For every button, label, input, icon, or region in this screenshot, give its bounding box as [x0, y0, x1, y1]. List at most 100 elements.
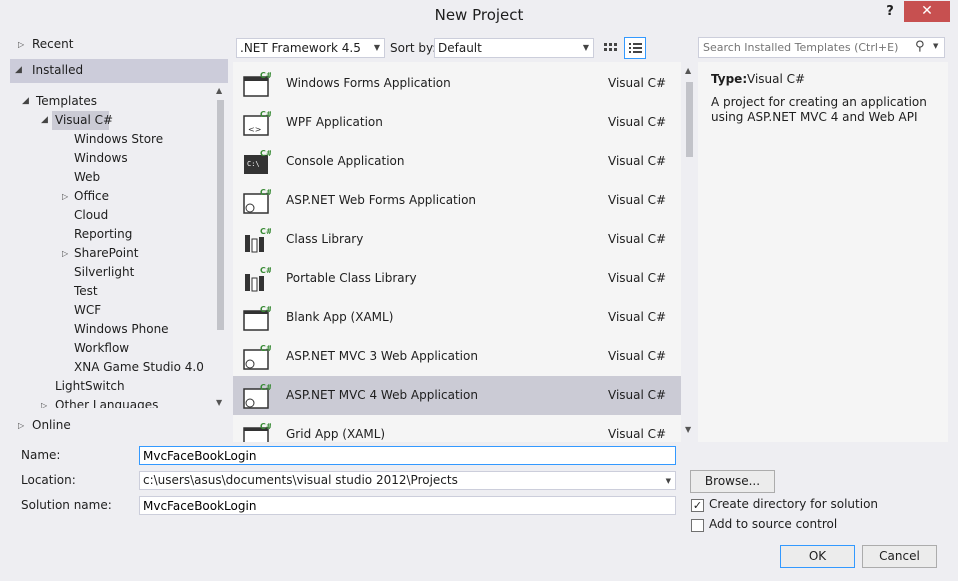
template-row[interactable]: C:\C# Console Application Visual C#	[233, 142, 681, 181]
template-row[interactable]: C# Blank App (XAML) Visual C#	[233, 298, 681, 337]
mvc3-icon: C#	[243, 344, 271, 370]
scroll-up-icon[interactable]: ▲	[216, 86, 222, 95]
tree-item-other-languages[interactable]: Other Languages	[55, 396, 158, 408]
expand-arrow-icon[interactable]: ▷	[18, 35, 24, 54]
template-row[interactable]: C# Windows Forms Application Visual C#	[233, 64, 681, 103]
tree-item-lightswitch[interactable]: LightSwitch	[55, 377, 125, 396]
mvc4-icon: C#	[243, 383, 271, 409]
small-icons-view-button[interactable]	[600, 38, 620, 58]
class-library-icon: C#	[245, 227, 271, 253]
svg-text:C#: C#	[260, 110, 271, 119]
tree-item-cloud[interactable]: Cloud	[74, 206, 108, 225]
tree-item-sharepoint[interactable]: SharePoint	[74, 244, 138, 263]
tree-item-recent[interactable]: Recent	[32, 35, 73, 54]
name-field[interactable]	[139, 446, 676, 465]
tree-item-online[interactable]: Online	[32, 416, 71, 435]
svg-text:C#: C#	[260, 344, 271, 353]
expand-arrow-icon[interactable]: ▷	[18, 416, 24, 435]
location-dropdown[interactable]: c:\users\asus\documents\visual studio 20…	[139, 471, 676, 490]
tree-item-silverlight[interactable]: Silverlight	[74, 263, 134, 282]
tree-item-windows-store[interactable]: Windows Store	[74, 130, 163, 149]
tree-item-reporting[interactable]: Reporting	[74, 225, 132, 244]
tree-item-office[interactable]: Office	[74, 187, 109, 206]
tree-scrollbar[interactable]: ▲ ▼	[214, 86, 227, 410]
tree-item-xna[interactable]: XNA Game Studio 4.0	[74, 358, 204, 377]
portable-library-icon: C#	[245, 266, 271, 292]
sort-dropdown[interactable]: Default ▼	[434, 38, 594, 58]
location-value: c:\users\asus\documents\visual studio 20…	[143, 473, 458, 487]
list-view-button[interactable]	[624, 37, 646, 59]
cancel-button[interactable]: Cancel	[862, 545, 937, 568]
tree-item-workflow[interactable]: Workflow	[74, 339, 129, 358]
tree-item-windows[interactable]: Windows	[74, 149, 128, 168]
template-list-scrollbar[interactable]: ▲ ▼	[683, 64, 696, 438]
template-row-selected[interactable]: C# ASP.NET MVC 4 Web Application Visual …	[233, 376, 681, 415]
expand-arrow-icon[interactable]: ▷	[41, 396, 47, 408]
template-language: Visual C#	[608, 427, 667, 441]
template-description: A project for creating an application us…	[711, 95, 927, 124]
template-name: ASP.NET MVC 3 Web Application	[286, 349, 478, 363]
template-name: Grid App (XAML)	[286, 427, 386, 441]
svg-text:C#: C#	[260, 266, 271, 275]
solution-name-field[interactable]	[139, 496, 676, 515]
scroll-down-icon[interactable]: ▼	[216, 398, 222, 407]
template-name: Class Library	[286, 232, 364, 246]
tree-item-visual-csharp[interactable]: Visual C#	[55, 111, 113, 130]
details-pane: Type: Visual C# A project for creating a…	[698, 62, 948, 442]
svg-text:C#: C#	[260, 188, 271, 197]
template-language: Visual C#	[608, 349, 667, 363]
template-row[interactable]: C# ASP.NET MVC 3 Web Application Visual …	[233, 337, 681, 376]
chevron-down-icon[interactable]: ▼	[933, 42, 938, 50]
template-row[interactable]: C# Portable Class Library Visual C#	[233, 259, 681, 298]
tree-item-installed[interactable]: Installed	[32, 61, 83, 80]
expand-arrow-icon[interactable]: ▷	[62, 187, 68, 206]
scroll-down-icon[interactable]: ▼	[685, 425, 691, 434]
template-name: Portable Class Library	[286, 271, 417, 285]
template-language: Visual C#	[608, 388, 667, 402]
expand-arrow-icon[interactable]: ▷	[62, 244, 68, 263]
create-directory-checkbox[interactable]: ✓	[691, 499, 704, 512]
console-icon: C:\C#	[244, 149, 271, 174]
framework-dropdown[interactable]: .NET Framework 4.5 ▼	[236, 38, 385, 58]
wpf-icon: <> C#	[243, 110, 271, 136]
collapse-arrow-icon[interactable]: ◢	[22, 92, 29, 111]
svg-text:C#: C#	[260, 227, 271, 236]
template-name: Windows Forms Application	[286, 76, 451, 90]
search-icon[interactable]: ⚲	[915, 39, 925, 54]
tree-item-online-row[interactable]: ▷ Online	[10, 414, 228, 438]
scroll-thumb[interactable]	[217, 100, 224, 330]
chevron-down-icon: ▼	[665, 477, 671, 485]
framework-value: .NET Framework 4.5	[240, 41, 361, 55]
close-button[interactable]: ✕	[904, 1, 950, 22]
web-forms-icon: C#	[243, 188, 271, 214]
svg-text:C:\: C:\	[247, 160, 260, 168]
blank-app-icon: C#	[243, 305, 271, 331]
name-label: Name:	[21, 448, 61, 462]
browse-button[interactable]: Browse...	[690, 470, 775, 493]
collapse-arrow-icon[interactable]: ◢	[15, 61, 22, 80]
solution-name-label: Solution name:	[21, 498, 112, 512]
scroll-thumb[interactable]	[686, 82, 693, 157]
tree-item-test[interactable]: Test	[74, 282, 98, 301]
search-box[interactable]: ⚲ ▼	[698, 37, 945, 58]
template-row[interactable]: C# ASP.NET Web Forms Application Visual …	[233, 181, 681, 220]
collapse-arrow-icon[interactable]: ◢	[41, 111, 48, 130]
template-name: ASP.NET MVC 4 Web Application	[286, 388, 478, 402]
template-row[interactable]: <> C# WPF Application Visual C#	[233, 103, 681, 142]
template-row[interactable]: C# Grid App (XAML) Visual C#	[233, 415, 681, 442]
tree-item-templates[interactable]: Templates	[36, 92, 97, 111]
svg-text:<>: <>	[248, 125, 261, 134]
search-input[interactable]	[699, 38, 904, 57]
help-button[interactable]: ?	[880, 4, 900, 24]
source-control-checkbox[interactable]	[691, 519, 704, 532]
template-row[interactable]: C# Class Library Visual C#	[233, 220, 681, 259]
tree-item-windows-phone[interactable]: Windows Phone	[74, 320, 169, 339]
template-language: Visual C#	[608, 154, 667, 168]
tree-item-installed-header[interactable]: ◢ Installed	[10, 59, 228, 83]
svg-text:C#: C#	[260, 305, 271, 314]
tree-item-web[interactable]: Web	[74, 168, 100, 187]
ok-button[interactable]: OK	[780, 545, 855, 568]
scroll-up-icon[interactable]: ▲	[685, 66, 691, 75]
template-language: Visual C#	[608, 76, 667, 90]
tree-item-wcf[interactable]: WCF	[74, 301, 101, 320]
